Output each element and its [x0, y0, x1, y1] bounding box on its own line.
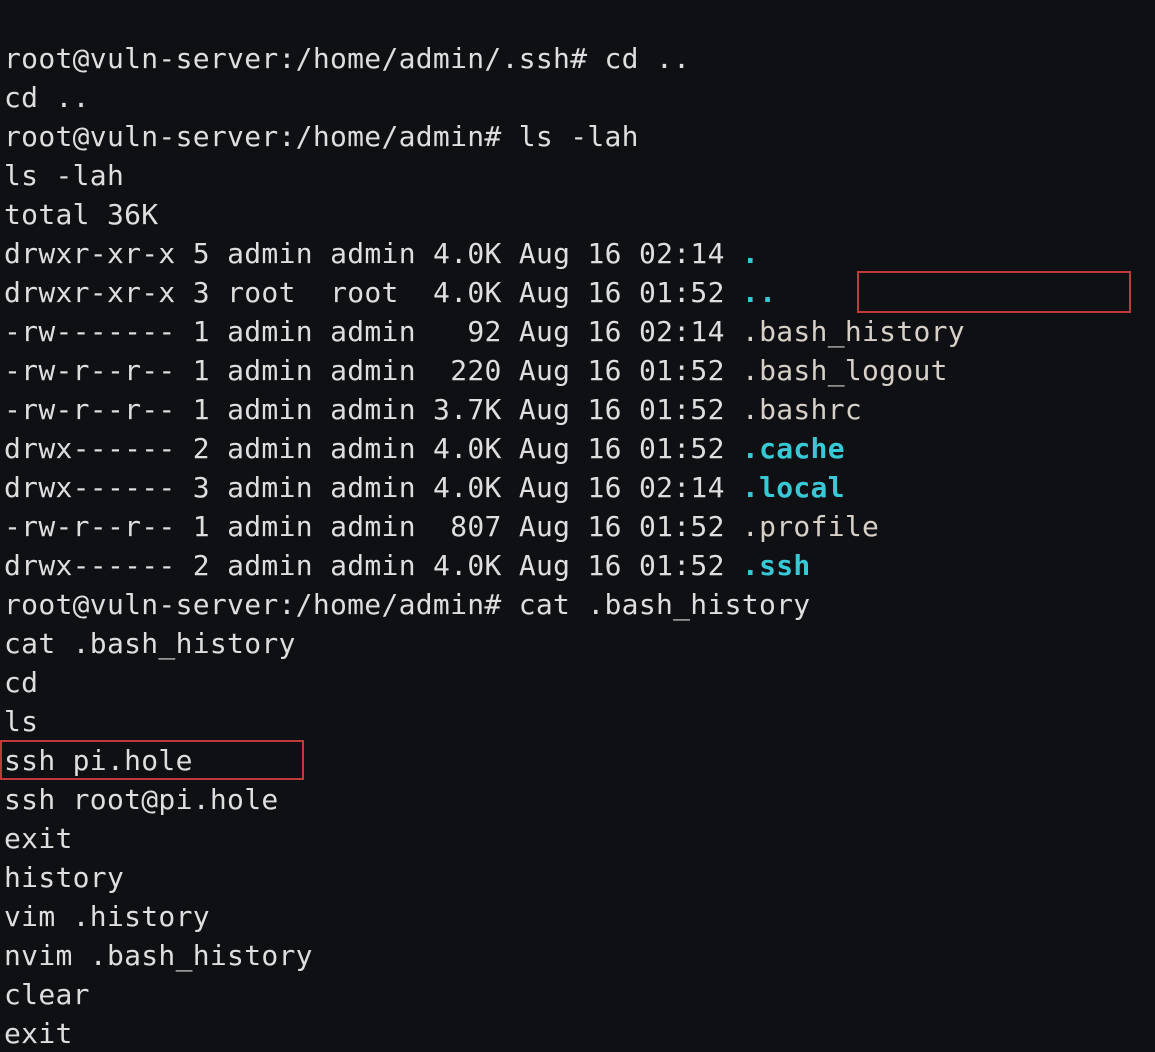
history-line: ls: [4, 705, 38, 738]
output-line: total 36K: [4, 198, 158, 231]
prompt: root@vuln-server:/home/admin#: [4, 588, 519, 621]
history-line: exit: [4, 1017, 73, 1050]
history-line: clear: [4, 978, 90, 1011]
file-bash-logout: .bash_logout: [742, 354, 948, 387]
dir-ssh: .ssh: [742, 549, 811, 582]
dir-dotdot: ..: [742, 276, 776, 309]
dir-dot: .: [742, 237, 759, 270]
prompt: root@vuln-server:/home/admin/.ssh#: [4, 42, 605, 75]
ls-row: drwx------ 2 admin admin 4.0K Aug 16 01:…: [4, 432, 845, 465]
file-bashrc: .bashrc: [742, 393, 862, 426]
history-line: vim .history: [4, 900, 210, 933]
history-line: ssh root@pi.hole: [4, 783, 279, 816]
output-line: cat .bash_history: [4, 627, 296, 660]
history-line: cd: [4, 666, 38, 699]
output-line: cd ..: [4, 81, 90, 114]
ls-row: -rw-r--r-- 1 admin admin 807 Aug 16 01:5…: [4, 510, 879, 543]
file-profile: .profile: [742, 510, 879, 543]
command: ls -lah: [519, 120, 639, 153]
command: cd ..: [605, 42, 691, 75]
dir-local: .local: [742, 471, 845, 504]
file-bash-history: .bash_history: [742, 315, 965, 348]
history-line: history: [4, 861, 124, 894]
ls-row: drwxr-xr-x 3 root root 4.0K Aug 16 01:52…: [4, 276, 776, 309]
highlight-bash-history: [857, 271, 1131, 313]
terminal[interactable]: root@vuln-server:/home/admin/.ssh# cd ..…: [0, 0, 1155, 1052]
ls-row: -rw-r--r-- 1 admin admin 3.7K Aug 16 01:…: [4, 393, 862, 426]
command: cat .bash_history: [519, 588, 811, 621]
history-line: exit: [4, 822, 73, 855]
history-line: ssh pi.hole: [4, 744, 193, 777]
ls-row: -rw-r--r-- 1 admin admin 220 Aug 16 01:5…: [4, 354, 948, 387]
ls-row: drwx------ 3 admin admin 4.0K Aug 16 02:…: [4, 471, 845, 504]
ls-row: drwxr-xr-x 5 admin admin 4.0K Aug 16 02:…: [4, 237, 759, 270]
ls-row: drwx------ 2 admin admin 4.0K Aug 16 01:…: [4, 549, 811, 582]
history-line: nvim .bash_history: [4, 939, 313, 972]
prompt: root@vuln-server:/home/admin#: [4, 120, 519, 153]
ls-row: -rw------- 1 admin admin 92 Aug 16 02:14…: [4, 315, 965, 348]
dir-cache: .cache: [742, 432, 845, 465]
output-line: ls -lah: [4, 159, 124, 192]
